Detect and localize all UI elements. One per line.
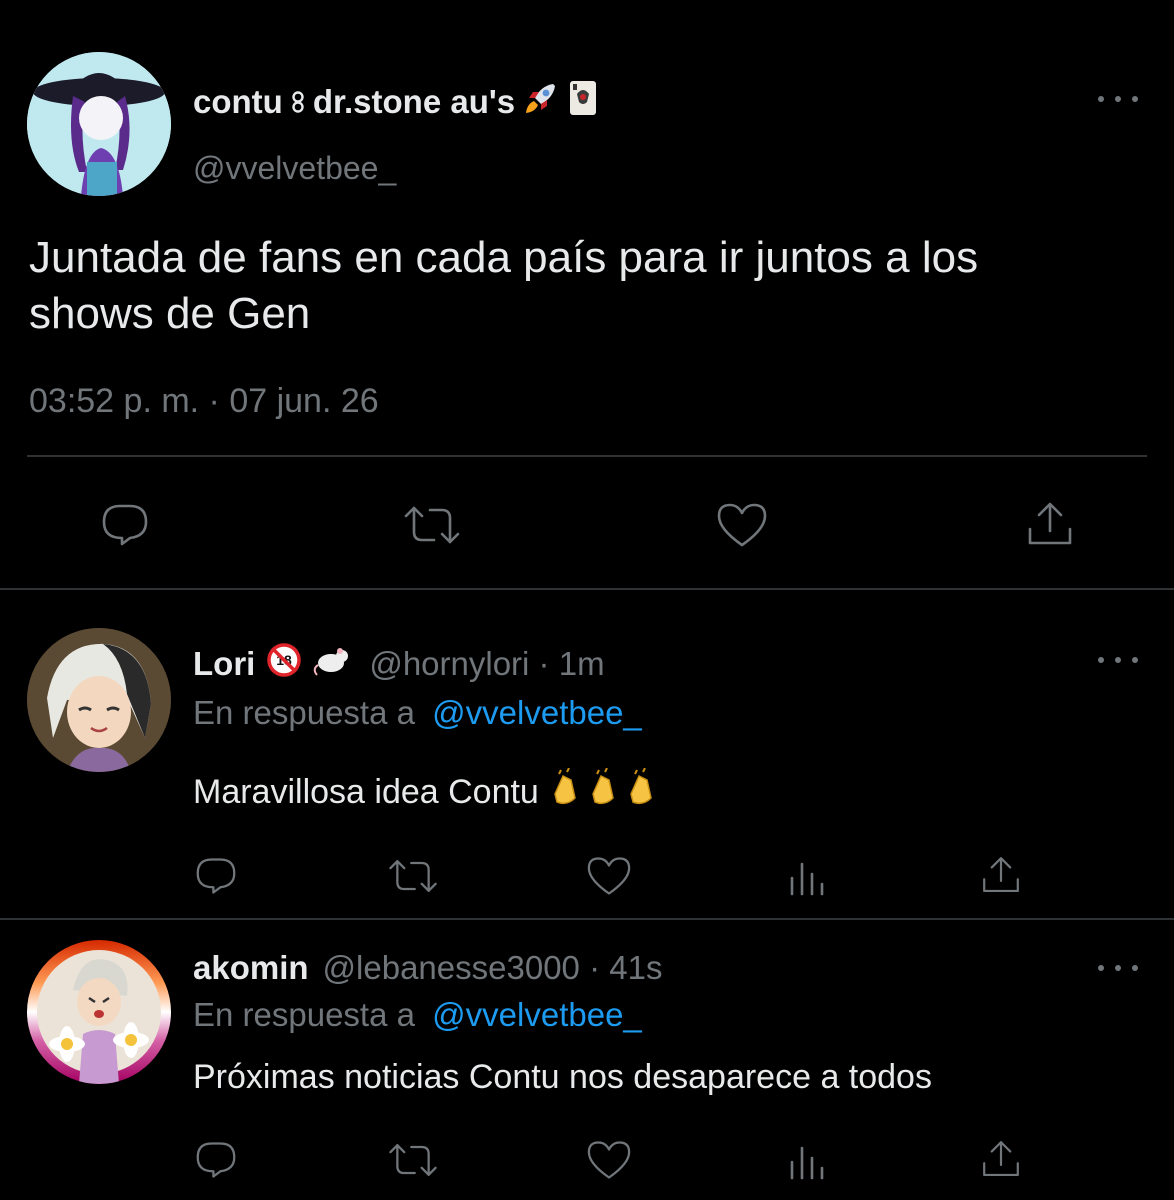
reply-text: Maravillosa idea Contu — [193, 772, 539, 811]
views-icon[interactable] — [784, 856, 828, 898]
more-icon[interactable] — [1098, 958, 1138, 978]
reply-time[interactable]: · 41s — [580, 949, 662, 987]
tweet-divider — [0, 588, 1174, 590]
reply-text: Próximas noticias Contu nos desaparece a… — [193, 1058, 932, 1096]
share-icon[interactable] — [1024, 498, 1076, 550]
like-icon[interactable] — [714, 500, 770, 550]
reply-to-handle[interactable]: @vvelvetbee_ — [432, 694, 642, 731]
joker-card-icon — [569, 80, 597, 124]
reply-header: Lori 18 @hornylori · 1m — [193, 642, 605, 686]
chain-link-icon — [291, 89, 305, 115]
author-handle[interactable]: @hornylori — [369, 645, 529, 683]
reply-text-row: Maravillosa idea Contu — [193, 767, 661, 817]
author-name[interactable]: Lori — [193, 645, 255, 683]
reply-context: En respuesta a @vvelvetbee_ — [193, 996, 642, 1034]
reply-to-handle[interactable]: @vvelvetbee_ — [432, 996, 642, 1033]
author-name: contu — [193, 83, 283, 120]
avatar-image — [27, 52, 171, 196]
reply-icon[interactable] — [98, 500, 152, 550]
author-name-suffix: dr.stone au's — [312, 83, 516, 120]
reply-context-label: En respuesta a — [193, 694, 415, 731]
avatar[interactable] — [27, 628, 171, 772]
like-icon[interactable] — [584, 854, 634, 898]
avatar[interactable] — [27, 940, 171, 1084]
more-icon[interactable] — [1098, 650, 1138, 670]
share-icon[interactable] — [978, 852, 1024, 898]
no-under-18-icon: 18 — [267, 643, 302, 685]
tweet-timestamp[interactable]: 03:52 p. m. · 07 jun. 26 — [29, 382, 379, 421]
views-icon[interactable] — [784, 1140, 828, 1182]
avatar[interactable] — [27, 52, 171, 196]
author-name[interactable]: akomin — [193, 949, 309, 987]
timestamp-divider — [27, 455, 1147, 457]
avatar-image — [27, 940, 171, 1084]
tweet-text-line-2: shows de Gen — [29, 289, 311, 338]
rocket-icon — [523, 80, 559, 124]
like-icon[interactable] — [584, 1138, 634, 1182]
reply-header: akomin @lebanesse3000 · 41s — [193, 946, 662, 990]
reply-divider — [0, 918, 1174, 920]
retweet-icon[interactable] — [398, 500, 466, 550]
share-icon[interactable] — [978, 1136, 1024, 1182]
avatar-image — [27, 628, 171, 772]
retweet-icon[interactable] — [384, 854, 442, 898]
reply-context: En respuesta a @vvelvetbee_ — [193, 694, 642, 732]
more-icon[interactable] — [1098, 89, 1138, 109]
tweet-text-line-1: Juntada de fans en cada país para ir jun… — [29, 233, 979, 282]
reply-icon[interactable] — [192, 1138, 240, 1182]
author-handle[interactable]: @lebanesse3000 — [323, 949, 580, 987]
reply-context-label: En respuesta a — [193, 996, 415, 1033]
reply-time[interactable]: · 1m — [529, 645, 605, 683]
author-name-row[interactable]: contu dr.stone au's — [193, 80, 597, 124]
tweet-text: Juntada de fans en cada país para ir jun… — [29, 230, 978, 342]
rat-icon — [313, 643, 351, 685]
reply-icon[interactable] — [192, 854, 240, 898]
author-handle[interactable]: @vvelvetbee_ — [193, 150, 396, 187]
clapping-hands-icon — [549, 767, 661, 817]
retweet-icon[interactable] — [384, 1138, 442, 1182]
